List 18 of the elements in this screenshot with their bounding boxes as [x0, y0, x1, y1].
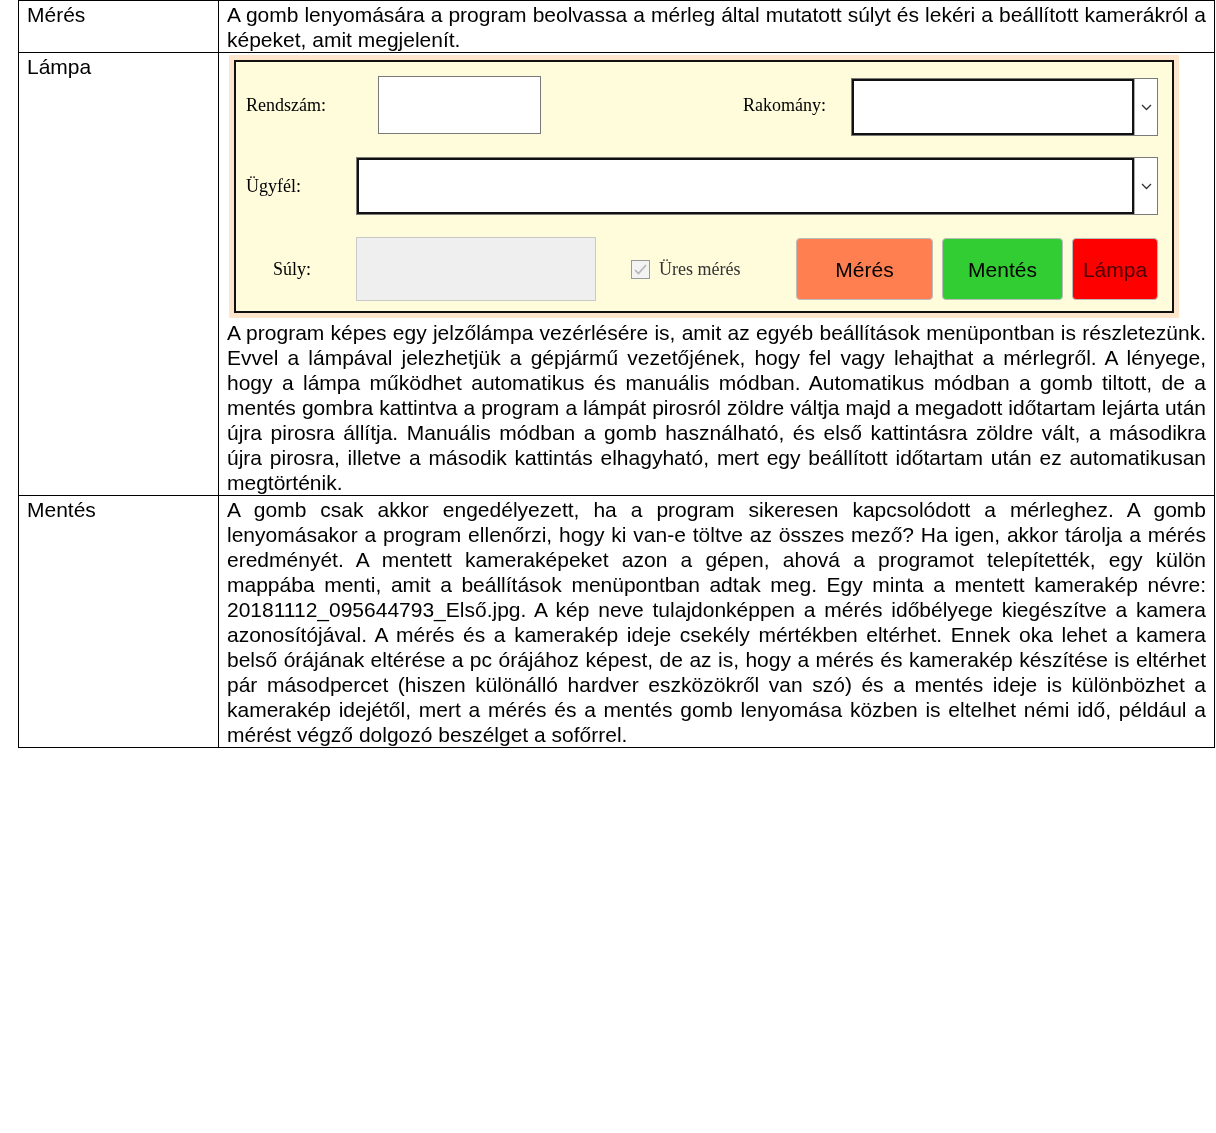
field-label: Rendszám: — [246, 93, 327, 117]
checkbox-label: Üres mérés — [659, 257, 741, 281]
dropdown-field[interactable] — [851, 78, 1158, 136]
link[interactable]: egyéb beállítások — [756, 321, 920, 344]
text-field[interactable] — [378, 76, 541, 134]
row-label: Mentés — [27, 498, 96, 521]
form-button[interactable]: Mentés — [942, 238, 1063, 300]
field-label: Rakomány: — [743, 93, 826, 117]
form-button[interactable]: Mérés — [796, 238, 933, 300]
paragraph: A program képes egy jelzőlámpa vezérlésére is, amit az egyéb beállítások menüpontban is részletezünk. Evvel a lámpával jelezhetjük a gépjármű vezetőjének, hogy fel vagy lehajthat a mérlegről. A lényege, hogy a lámpa működhet automatikus és manuális módban. Automatikus módban a gomb tiltott, de a mentés gombra kattintva a program a lámpát pirosról zöldre váltja majd a megadott időtartam lejárta után újra pirosra állítja. Manuális módban a gomb használható, és első kattintásra zöldre vált, a másodikra újra pirosra, illetve a második kattintás elhagyható, mert egy beállított időtartam után ez automatikusan megtörténik. — [227, 320, 1206, 495]
paragraph: A gomb lenyomására a program beolvassa a mérleg által mutatott súlyt és lekéri a beállított kamerákról a képeket, amit megjelenít. — [227, 2, 1206, 52]
field-label: Ügyfél: — [246, 174, 302, 198]
field-label: Súly: — [272, 257, 312, 281]
dropdown-field[interactable] — [356, 157, 1158, 215]
row-label: Mérés — [27, 3, 86, 26]
link[interactable]: beállítások — [461, 573, 562, 596]
paragraph: A gomb csak akkor engedélyezett, ha a program sikeresen kapcsolódott a mérleghez. A gomb lenyomásakor a program ellenőrzi, hogy ki van-e töltve az összes mező? Ha igen, akkor tárolja a mérés eredményét. A mentett kameraképeket azon a gépen, ahová a programot telepítették, egy külön mappába menti, amit a beállítások menüpontban adtak meg. Egy minta a mentett kamerakép névre: 20181112_095644793_Első.jpg. A kép neve tulajdonképpen a mérés időbélyege kiegészítve a kamera azonosítójával. A mérés és a kamerakép ideje csekély mértékben eltérhet. Ennek oka lehet a kamera belső órájának eltérése a pc órájához képest, de az is, hogy a mérés és kamerakép készítése is eltérhet pár másodpercet (hiszen különálló hardver eszközökről van szó) és a mentés ideje is különbözhet a kamerakép idejétől, mert a mérés és a mentés gomb lenyomása közben is eltelhet némi idő, például a mérést végző dolgozó beszélget a sofőrrel. — [227, 497, 1206, 747]
row-label: Lámpa — [27, 55, 92, 78]
